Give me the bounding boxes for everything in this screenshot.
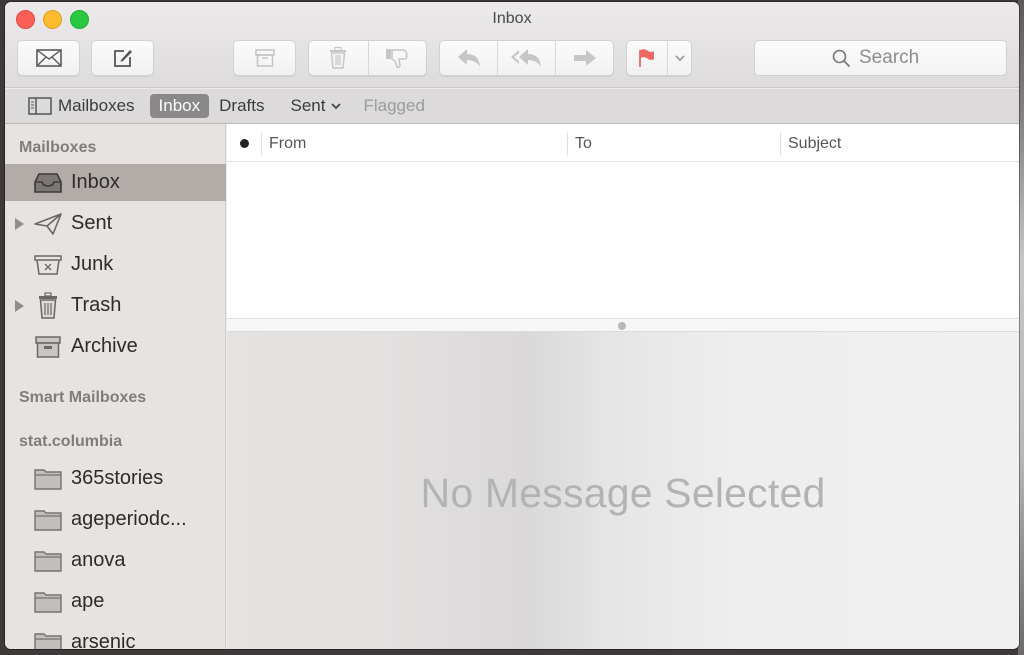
- unread-column-icon[interactable]: [240, 139, 249, 148]
- favorite-sent[interactable]: Sent: [281, 94, 350, 118]
- no-message-selected-text: No Message Selected: [420, 470, 826, 516]
- message-preview-pane: No Message Selected: [227, 332, 1019, 649]
- sidebar-folder[interactable]: 365stories: [5, 460, 226, 497]
- sidebar-icon: [28, 97, 52, 115]
- sidebar-item-label: 365stories: [71, 467, 164, 489]
- reply-button[interactable]: [440, 41, 498, 75]
- delete-button[interactable]: [309, 41, 369, 75]
- reply-all-button[interactable]: [498, 41, 556, 75]
- flag-menu-button[interactable]: [668, 41, 691, 75]
- pane-splitter[interactable]: [227, 318, 1019, 332]
- column-header-to[interactable]: To: [567, 132, 780, 156]
- sidebar-item-label: Junk: [71, 253, 114, 275]
- mailboxes-label: Mailboxes: [58, 96, 135, 115]
- column-label: To: [575, 135, 592, 152]
- envelope-icon: [35, 49, 62, 67]
- sidebar-item-label: anova: [71, 549, 126, 571]
- disclosure-triangle-icon[interactable]: [15, 217, 24, 230]
- sidebar-item-label: Trash: [71, 294, 122, 316]
- account-heading[interactable]: stat.columbia: [19, 433, 122, 451]
- column-header-from[interactable]: From: [261, 132, 567, 156]
- sidebar-item-label: Inbox: [71, 171, 120, 193]
- message-list-header: From To Subject: [227, 124, 1019, 162]
- forward-icon: [573, 50, 596, 66]
- sidebar-folder[interactable]: anova: [5, 542, 226, 579]
- mailboxes-heading: Mailboxes: [19, 139, 97, 156]
- delete-junk-group: [308, 40, 427, 76]
- search-input[interactable]: [859, 47, 929, 69]
- folder-icon: [32, 547, 64, 575]
- favorite-label: Flagged: [363, 96, 425, 115]
- toolbar: Inbox: [5, 2, 1019, 88]
- get-mail-button[interactable]: [17, 40, 80, 76]
- flag-button[interactable]: [627, 41, 668, 75]
- column-label: Subject: [788, 135, 842, 152]
- column-header-subject[interactable]: Subject: [780, 132, 1019, 156]
- smart-mailboxes-heading[interactable]: Smart Mailboxes: [19, 389, 146, 407]
- folder-icon: [32, 506, 64, 534]
- sidebar-item-label: arsenic: [71, 631, 136, 649]
- favorite-label: Sent: [290, 96, 326, 115]
- disclosure-triangle-icon[interactable]: [15, 299, 24, 312]
- flag-group: [626, 40, 692, 76]
- junk-icon: [32, 251, 64, 279]
- splitter-handle-icon[interactable]: [618, 322, 626, 330]
- sidebar-item-archive[interactable]: Archive: [5, 328, 226, 365]
- favorites-bar: Mailboxes Inbox Drafts Sent Flagged: [5, 89, 1019, 124]
- thumbs-down-icon: [386, 49, 408, 68]
- search-icon: [832, 49, 851, 67]
- sidebar-item-trash[interactable]: Trash: [5, 287, 226, 324]
- sidebar-folder[interactable]: ape: [5, 583, 226, 620]
- search-field[interactable]: [754, 40, 1007, 76]
- sidebar-item-label: Archive: [71, 335, 138, 357]
- sidebar-item-inbox[interactable]: Inbox: [5, 164, 226, 201]
- window-title: Inbox: [492, 10, 532, 27]
- archive-button[interactable]: [233, 40, 296, 76]
- flag-icon: [639, 49, 654, 67]
- column-label: From: [269, 135, 307, 152]
- reply-group: [439, 40, 614, 76]
- archive-icon: [254, 49, 275, 67]
- sidebar-item-junk[interactable]: Junk: [5, 246, 226, 283]
- junk-button[interactable]: [369, 41, 427, 75]
- sidebar-item-label: ageperiodc...: [71, 508, 187, 530]
- reply-icon: [457, 49, 480, 67]
- folder-icon: [32, 465, 64, 493]
- archive-icon: [32, 333, 64, 361]
- favorite-inbox[interactable]: Inbox: [149, 94, 210, 118]
- folder-icon: [32, 588, 64, 616]
- favorite-flagged[interactable]: Flagged: [354, 94, 433, 118]
- favorite-label: Drafts: [219, 96, 265, 115]
- sidebar-folder[interactable]: ageperiodc...: [5, 501, 226, 538]
- reply-all-icon: [510, 49, 541, 67]
- sidebar-item-sent[interactable]: Sent: [5, 205, 226, 242]
- chevron-down-icon: [331, 102, 342, 109]
- mail-window: Inbox Search Mailboxes Inbox Drafts Sent…: [5, 2, 1019, 649]
- favorite-label: Inbox: [158, 96, 201, 115]
- favorite-drafts[interactable]: Drafts: [210, 94, 273, 118]
- sidebar-item-label: ape: [71, 590, 105, 612]
- mailboxes-toggle-button[interactable]: Mailboxes: [19, 94, 144, 118]
- paper-plane-icon: [32, 210, 64, 238]
- trash-icon: [330, 46, 347, 69]
- compose-icon: [113, 50, 132, 67]
- message-list[interactable]: From To Subject: [227, 124, 1019, 318]
- inbox-icon: [32, 169, 64, 197]
- sidebar: Mailboxes Inbox Sent Junk Trash Archive …: [5, 124, 226, 649]
- compose-button[interactable]: [91, 40, 154, 76]
- trash-icon: [32, 291, 64, 320]
- sidebar-item-label: Sent: [71, 212, 113, 234]
- chevron-down-icon: [674, 54, 685, 61]
- forward-button[interactable]: [556, 41, 613, 75]
- sidebar-folder[interactable]: arsenic: [5, 624, 226, 649]
- folder-icon: [32, 629, 64, 649]
